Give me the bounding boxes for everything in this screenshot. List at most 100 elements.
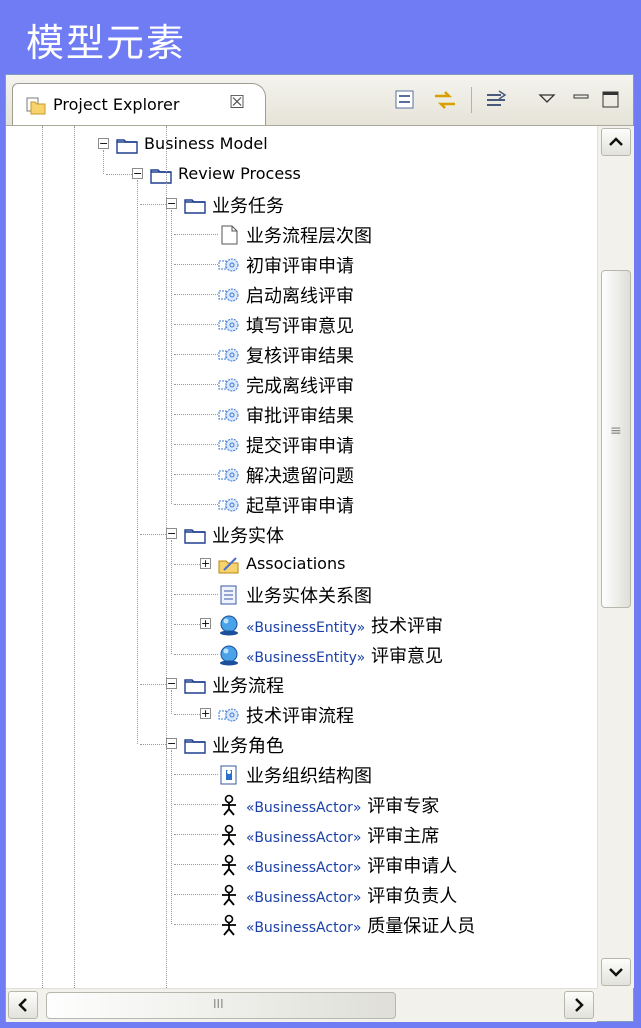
tree-connector: [174, 594, 218, 595]
tree-connector: [166, 126, 167, 988]
task-icon: [218, 284, 240, 306]
close-icon[interactable]: ☒: [229, 92, 245, 113]
view-menu-icon[interactable]: [534, 87, 560, 113]
tree-item-text: 业务实体: [212, 526, 284, 547]
tree-connector: [174, 474, 218, 475]
tree-item-text: 评审申请人: [367, 856, 458, 877]
scroll-up-button[interactable]: [601, 128, 631, 156]
tree-item-label: «BusinessActor» 评审专家: [246, 792, 439, 818]
org-diagram-icon: [218, 764, 240, 786]
tree-item-text: 起草评审申请: [246, 496, 354, 517]
diagram-icon: [218, 224, 240, 246]
tree-item-label: 业务实体: [212, 522, 284, 548]
hscroll-thumb[interactable]: III: [46, 992, 396, 1019]
tree-connector: [174, 864, 218, 865]
tree-item[interactable]: 填写评审意见: [6, 310, 596, 340]
folder-icon: [184, 524, 206, 546]
tree-item[interactable]: 启动离线评审: [6, 280, 596, 310]
tree-item-label: 业务实体关系图: [246, 582, 372, 608]
tree-item-label: 完成离线评审: [246, 372, 354, 398]
tree-item-label: Associations: [246, 554, 345, 573]
expand-toggle-icon[interactable]: +: [200, 558, 211, 569]
folder-icon: [184, 674, 206, 696]
tree-item[interactable]: − 业务角色: [6, 730, 596, 760]
horizontal-scrollbar[interactable]: III: [6, 988, 597, 1022]
tree-connector: [174, 804, 218, 805]
tree-item-label: 填写评审意见: [246, 312, 354, 338]
collapse-toggle-icon[interactable]: −: [132, 168, 143, 179]
collapse-toggle-icon[interactable]: −: [166, 738, 177, 749]
scroll-down-button[interactable]: [601, 958, 631, 986]
tree-item-label: 业务任务: [212, 192, 284, 218]
tree-item[interactable]: «BusinessActor» 评审专家: [6, 790, 596, 820]
tree: − Business Model − Review Process − 业务任务 业务流程层…: [6, 126, 597, 988]
tree-connector: [174, 324, 218, 325]
tree-item[interactable]: 提交评审申请: [6, 430, 596, 460]
folder-icon: [184, 194, 206, 216]
tree-item[interactable]: 业务实体关系图: [6, 580, 596, 610]
maximize-icon[interactable]: [598, 87, 624, 113]
tree-item[interactable]: + Associations: [6, 550, 596, 580]
collapse-toggle-icon[interactable]: −: [166, 198, 177, 209]
collapse-toggle-icon[interactable]: −: [166, 528, 177, 539]
tree-item-text: 启动离线评审: [246, 286, 354, 307]
tree-item[interactable]: − Review Process: [6, 160, 596, 190]
tree-item[interactable]: «BusinessActor» 评审申请人: [6, 850, 596, 880]
project-explorer-view: Project Explorer ☒ − Business Model − Revie…: [5, 74, 634, 1022]
tree-connector: [174, 654, 218, 655]
tree-item[interactable]: − 业务任务: [6, 190, 596, 220]
tree-item[interactable]: + 技术评审流程: [6, 700, 596, 730]
minimize-icon[interactable]: [568, 87, 594, 113]
stereotype-label: «BusinessActor»: [246, 800, 362, 816]
tree-item-text: 解决遗留问题: [246, 466, 354, 487]
tree-item-label: 业务组织结构图: [246, 762, 372, 788]
collapse-toggle-icon[interactable]: −: [98, 138, 109, 149]
tree-item[interactable]: 解决遗留问题: [6, 460, 596, 490]
tree-item[interactable]: 初审评审申请: [6, 250, 596, 280]
tree-item[interactable]: «BusinessEntity» 评审意见: [6, 640, 596, 670]
vertical-scrollbar[interactable]: ≡: [597, 126, 634, 988]
project-explorer-icon: [26, 97, 46, 115]
tree-item[interactable]: − Business Model: [6, 130, 596, 160]
expand-toggle-icon[interactable]: +: [200, 618, 211, 629]
scroll-right-button[interactable]: [564, 991, 594, 1019]
tree-connector: [137, 180, 138, 744]
tree-item-text: 业务组织结构图: [246, 766, 372, 787]
tree-item[interactable]: + «BusinessEntity» 技术评审: [6, 610, 596, 640]
tree-connector: [174, 504, 218, 505]
tree-item[interactable]: 审批评审结果: [6, 400, 596, 430]
tree-item[interactable]: − 业务流程: [6, 670, 596, 700]
chevron-up-icon: [609, 137, 623, 146]
tab-project-explorer[interactable]: Project Explorer ☒: [12, 83, 266, 125]
tab-label: Project Explorer: [53, 95, 180, 114]
grip-icon: ≡: [610, 423, 622, 439]
tree-item[interactable]: 业务组织结构图: [6, 760, 596, 790]
tree-item-text: Review Process: [178, 164, 301, 183]
tree-item[interactable]: 起草评审申请: [6, 490, 596, 520]
filter-icon[interactable]: [484, 87, 510, 113]
tree-item[interactable]: 复核评审结果: [6, 340, 596, 370]
tree-connector: [174, 414, 218, 415]
tree-connector: [140, 684, 166, 685]
tree-item-label: 起草评审申请: [246, 492, 354, 518]
tree-connector: [171, 540, 172, 654]
tree-item-text: 评审专家: [367, 796, 440, 817]
tree-item[interactable]: − 业务实体: [6, 520, 596, 550]
task-icon: [218, 344, 240, 366]
link-with-editor-icon[interactable]: [432, 87, 458, 113]
tree-item-label: «BusinessActor» 评审申请人: [246, 852, 457, 878]
chevron-left-icon: [18, 998, 27, 1012]
tree-item[interactable]: «BusinessActor» 评审负责人: [6, 880, 596, 910]
tree-item[interactable]: «BusinessActor» 评审主席: [6, 820, 596, 850]
tree-item[interactable]: 完成离线评审: [6, 370, 596, 400]
toolbar-separator: [471, 87, 472, 113]
expand-toggle-icon[interactable]: +: [200, 708, 211, 719]
tree-item[interactable]: «BusinessActor» 质量保证人员: [6, 910, 596, 940]
collapse-all-icon[interactable]: [392, 87, 418, 113]
scroll-left-button[interactable]: [8, 991, 38, 1019]
tree-item-label: 解决遗留问题: [246, 462, 354, 488]
scroll-thumb[interactable]: ≡: [601, 270, 631, 608]
entity-diagram-icon: [218, 584, 240, 606]
collapse-toggle-icon[interactable]: −: [166, 678, 177, 689]
tree-item[interactable]: 业务流程层次图: [6, 220, 596, 250]
